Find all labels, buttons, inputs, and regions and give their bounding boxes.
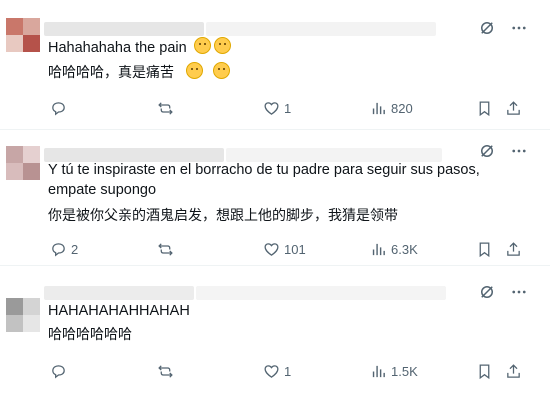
repost-icon bbox=[158, 243, 173, 256]
like-count: 101 bbox=[284, 242, 306, 257]
view-count: 1.5K bbox=[391, 364, 418, 379]
more-icon[interactable] bbox=[510, 19, 528, 37]
share-icon[interactable] bbox=[505, 100, 522, 117]
share-icon[interactable] bbox=[505, 363, 522, 380]
post-translation: 哈哈哈哈，真是痛苦 bbox=[48, 62, 528, 83]
reply-count: 2 bbox=[71, 242, 79, 257]
repost-icon bbox=[158, 102, 173, 115]
views-icon bbox=[372, 243, 385, 256]
post-actions: 1 1.5K bbox=[50, 363, 525, 383]
share-icon[interactable] bbox=[505, 241, 522, 258]
views-button[interactable]: 820 bbox=[370, 100, 413, 117]
username-redacted bbox=[44, 22, 204, 36]
bookmark-icon[interactable] bbox=[476, 241, 493, 258]
avatar[interactable] bbox=[6, 298, 40, 332]
post-actions: 2 101 6.3K bbox=[50, 241, 525, 261]
more-icon[interactable] bbox=[510, 142, 528, 160]
grin-sweat-emoji bbox=[193, 37, 211, 54]
views-icon bbox=[372, 102, 385, 115]
view-count: 6.3K bbox=[391, 242, 418, 257]
reply-button[interactable] bbox=[50, 100, 71, 117]
repost-button[interactable] bbox=[157, 100, 178, 117]
grin-sweat-emoji bbox=[213, 37, 231, 54]
view-count: 820 bbox=[391, 101, 413, 116]
reply-icon bbox=[52, 102, 65, 116]
post-translation: 你是被你父亲的酒鬼启发，想跟上他的脚步，我猜是领带 bbox=[48, 208, 398, 224]
reply-post: Y tú te inspiraste en el borracho de tu … bbox=[0, 130, 550, 265]
heart-icon bbox=[264, 365, 279, 378]
repost-button[interactable] bbox=[157, 241, 178, 258]
repost-icon bbox=[158, 365, 173, 378]
post-text: HAHAHAHAHHAHAH bbox=[48, 303, 190, 319]
repost-button[interactable] bbox=[157, 363, 178, 380]
bookmark-icon[interactable] bbox=[476, 100, 493, 117]
like-button[interactable]: 1 bbox=[263, 100, 291, 117]
username-redacted bbox=[44, 286, 194, 300]
like-button[interactable]: 101 bbox=[263, 241, 306, 258]
reply-post: Hahahahaha the pain 哈哈哈哈，真是痛苦 1 820 bbox=[0, 0, 550, 130]
grin-sweat-emoji bbox=[186, 62, 204, 79]
post-text: Hahahahaha the pain bbox=[48, 37, 528, 58]
tears-emoji bbox=[213, 62, 231, 79]
avatar[interactable] bbox=[6, 18, 40, 52]
reply-button[interactable] bbox=[50, 363, 71, 380]
post-text-content: Hahahahaha the pain bbox=[48, 40, 187, 56]
bookmark-icon[interactable] bbox=[476, 363, 493, 380]
handle-redacted bbox=[196, 286, 446, 300]
post-top-actions bbox=[478, 283, 528, 301]
post-translation: 哈哈哈哈哈哈 bbox=[48, 327, 132, 343]
grok-icon[interactable] bbox=[478, 19, 496, 37]
heart-icon bbox=[264, 102, 279, 115]
reply-button[interactable]: 2 bbox=[50, 241, 78, 258]
handle-redacted bbox=[206, 22, 436, 36]
like-count: 1 bbox=[284, 101, 292, 116]
like-count: 1 bbox=[284, 364, 292, 379]
post-text: Y tú te inspiraste en el borracho de tu … bbox=[48, 162, 480, 198]
post-actions: 1 820 bbox=[50, 100, 525, 120]
reply-post: HAHAHAHAHHAHAH 哈哈哈哈哈哈 1 1.5K bbox=[0, 266, 550, 398]
like-button[interactable]: 1 bbox=[263, 363, 291, 380]
heart-icon bbox=[264, 243, 279, 256]
reply-icon bbox=[52, 365, 65, 379]
reply-icon bbox=[52, 243, 65, 257]
views-icon bbox=[372, 365, 385, 378]
more-icon[interactable] bbox=[510, 283, 528, 301]
post-top-actions bbox=[478, 19, 528, 37]
views-button[interactable]: 1.5K bbox=[370, 363, 418, 380]
translation-text: 哈哈哈哈，真是痛苦 bbox=[48, 65, 174, 81]
post-top-actions bbox=[478, 142, 528, 160]
grok-icon[interactable] bbox=[478, 142, 496, 160]
views-button[interactable]: 6.3K bbox=[370, 241, 418, 258]
avatar[interactable] bbox=[6, 146, 40, 180]
grok-icon[interactable] bbox=[478, 283, 496, 301]
